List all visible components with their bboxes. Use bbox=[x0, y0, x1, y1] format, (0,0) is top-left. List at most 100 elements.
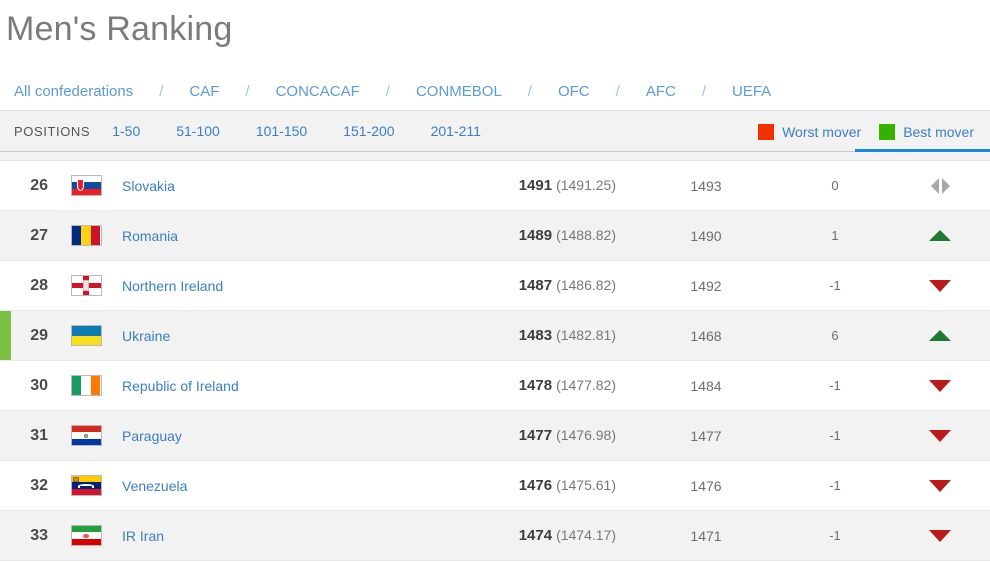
points-exact-value: (1486.82) bbox=[556, 276, 616, 293]
trend-up-icon bbox=[929, 330, 951, 341]
points-cell: 1489 (1488.82) bbox=[432, 227, 632, 245]
trend-cell bbox=[890, 379, 990, 392]
positions-label: POSITIONS bbox=[14, 123, 91, 139]
points-value: 1487 bbox=[518, 276, 553, 294]
confederation-link-ofc[interactable]: OFC bbox=[558, 83, 590, 100]
points-value: 1478 bbox=[518, 376, 553, 394]
flag-cell bbox=[62, 175, 110, 196]
confederation-separator: / bbox=[245, 82, 250, 100]
trend-cell bbox=[890, 230, 990, 241]
trend-cell bbox=[890, 330, 990, 341]
position-range-links: 1-50 51-100 101-150 151-200 201-211 bbox=[112, 123, 517, 139]
position-range-201-211[interactable]: 201-211 bbox=[431, 123, 481, 139]
trend-cell bbox=[890, 429, 990, 442]
worst-mover-tab[interactable]: Worst mover bbox=[758, 111, 861, 152]
position-range-51-100[interactable]: 51-100 bbox=[176, 123, 220, 139]
confederation-nav: All confederations / CAF / CONCACAF / CONMEBOL… bbox=[0, 72, 990, 110]
flag-cell bbox=[62, 275, 110, 296]
table-row[interactable]: 33 IR Iran 1474 (1474.17) 1471 -1 bbox=[0, 511, 990, 561]
flag-cell bbox=[62, 325, 110, 346]
best-mover-swatch-icon bbox=[879, 123, 896, 140]
trend-down-icon bbox=[929, 379, 951, 392]
previous-points: 1493 bbox=[690, 177, 722, 194]
rank-position: 28 bbox=[30, 276, 48, 294]
table-row[interactable]: 31 Paraguay 1477 (1476.98) 1477 -1 bbox=[0, 411, 990, 461]
table-row[interactable]: 28 Northern Ireland 1487 (1486.82) 1492 -1 bbox=[0, 261, 990, 311]
points-value: 1477 bbox=[518, 426, 553, 444]
table-row[interactable]: 27 Romania 1489 (1488.82) 1490 1 bbox=[0, 211, 990, 261]
best-mover-marker bbox=[0, 311, 11, 360]
trend-no-change-icon bbox=[930, 177, 950, 194]
points-exact-value: (1488.82) bbox=[556, 226, 616, 243]
confederation-separator: / bbox=[615, 82, 620, 100]
flag-cell bbox=[62, 525, 110, 546]
points-cell: 1487 (1486.82) bbox=[432, 277, 632, 295]
country-name-link[interactable]: Ukraine bbox=[110, 328, 432, 344]
flag-icon bbox=[70, 175, 102, 196]
flag-cell bbox=[62, 425, 110, 446]
flag-cell bbox=[62, 225, 110, 246]
country-name-link[interactable]: IR Iran bbox=[110, 528, 432, 544]
country-name-link[interactable]: Northern Ireland bbox=[110, 278, 432, 294]
confederation-link-caf[interactable]: CAF bbox=[189, 83, 219, 100]
flag-icon bbox=[70, 375, 102, 396]
trend-cell bbox=[890, 177, 990, 194]
points-exact-value: (1477.82) bbox=[556, 376, 616, 393]
trend-down-icon bbox=[929, 479, 951, 492]
previous-points: 1492 bbox=[690, 277, 722, 294]
positions-filter-bar: POSITIONS 1-50 51-100 101-150 151-200 201-21… bbox=[0, 110, 990, 153]
points-exact-value: (1491.25) bbox=[556, 176, 616, 193]
worst-mover-swatch-icon bbox=[758, 123, 775, 140]
flag-icon bbox=[70, 525, 102, 546]
confederation-separator: / bbox=[159, 82, 164, 100]
points-value: 1483 bbox=[518, 326, 553, 344]
points-value: 1476 bbox=[518, 476, 553, 494]
flag-icon bbox=[70, 425, 102, 446]
previous-points: 1490 bbox=[690, 227, 722, 244]
rank-position: 27 bbox=[30, 226, 48, 244]
table-row-clipped bbox=[0, 152, 990, 161]
trend-cell bbox=[890, 279, 990, 292]
position-change-value: 0 bbox=[831, 178, 839, 193]
country-name-link[interactable]: Slovakia bbox=[110, 178, 432, 194]
country-name-link[interactable]: Venezuela bbox=[110, 478, 432, 494]
table-row[interactable]: 29 Ukraine 1483 (1482.81) 1468 6 bbox=[0, 311, 990, 361]
position-range-101-150[interactable]: 101-150 bbox=[256, 123, 307, 139]
position-change-value: 6 bbox=[831, 328, 839, 343]
previous-points: 1471 bbox=[690, 527, 722, 544]
confederation-link-concacaf[interactable]: CONCACAF bbox=[276, 83, 360, 100]
confederation-link-conmebol[interactable]: CONMEBOL bbox=[416, 83, 502, 100]
table-row[interactable]: 32 Venezuela 1476 (1475.61) 1476 -1 bbox=[0, 461, 990, 511]
best-mover-tab[interactable]: Best mover bbox=[855, 111, 990, 153]
confederation-link-afc[interactable]: AFC bbox=[646, 83, 676, 100]
position-range-151-200[interactable]: 151-200 bbox=[343, 123, 394, 139]
flag-cell bbox=[62, 375, 110, 396]
page-title: Men's Ranking bbox=[6, 10, 233, 48]
trend-down-icon bbox=[929, 529, 951, 542]
points-cell: 1476 (1475.61) bbox=[432, 477, 632, 495]
position-change-value: -1 bbox=[829, 478, 841, 493]
confederation-separator: / bbox=[527, 82, 532, 100]
country-name-link[interactable]: Paraguay bbox=[110, 428, 432, 444]
table-row[interactable]: 30 Republic of Ireland 1478 (1477.82) 1484 -1 bbox=[0, 361, 990, 411]
country-name-link[interactable]: Republic of Ireland bbox=[110, 378, 432, 394]
rank-position: 32 bbox=[30, 476, 48, 494]
mover-legend: Worst mover Best mover bbox=[758, 111, 990, 153]
previous-points: 1484 bbox=[690, 377, 722, 394]
position-change-value: -1 bbox=[829, 378, 841, 393]
points-exact-value: (1482.81) bbox=[556, 326, 616, 343]
ranking-page: Men's Ranking All confederations / CAF / CON… bbox=[0, 0, 990, 562]
table-row[interactable]: 26 Slovakia 1491 (1491.25) 1493 0 bbox=[0, 161, 990, 211]
confederation-link-all-confederations[interactable]: All confederations bbox=[14, 83, 133, 100]
points-value: 1491 bbox=[518, 176, 553, 194]
trend-cell bbox=[890, 479, 990, 492]
worst-mover-label: Worst mover bbox=[782, 123, 862, 140]
points-cell: 1491 (1491.25) bbox=[432, 177, 632, 195]
points-cell: 1477 (1476.98) bbox=[432, 427, 632, 445]
confederation-link-uefa[interactable]: UEFA bbox=[732, 83, 771, 100]
flag-icon bbox=[70, 275, 102, 296]
country-name-link[interactable]: Romania bbox=[110, 228, 432, 244]
ranking-table: 26 Slovakia 1491 (1491.25) 1493 0 27 Romania 148… bbox=[0, 152, 990, 562]
rank-position: 30 bbox=[30, 376, 48, 394]
position-range-1-50[interactable]: 1-50 bbox=[112, 123, 140, 139]
